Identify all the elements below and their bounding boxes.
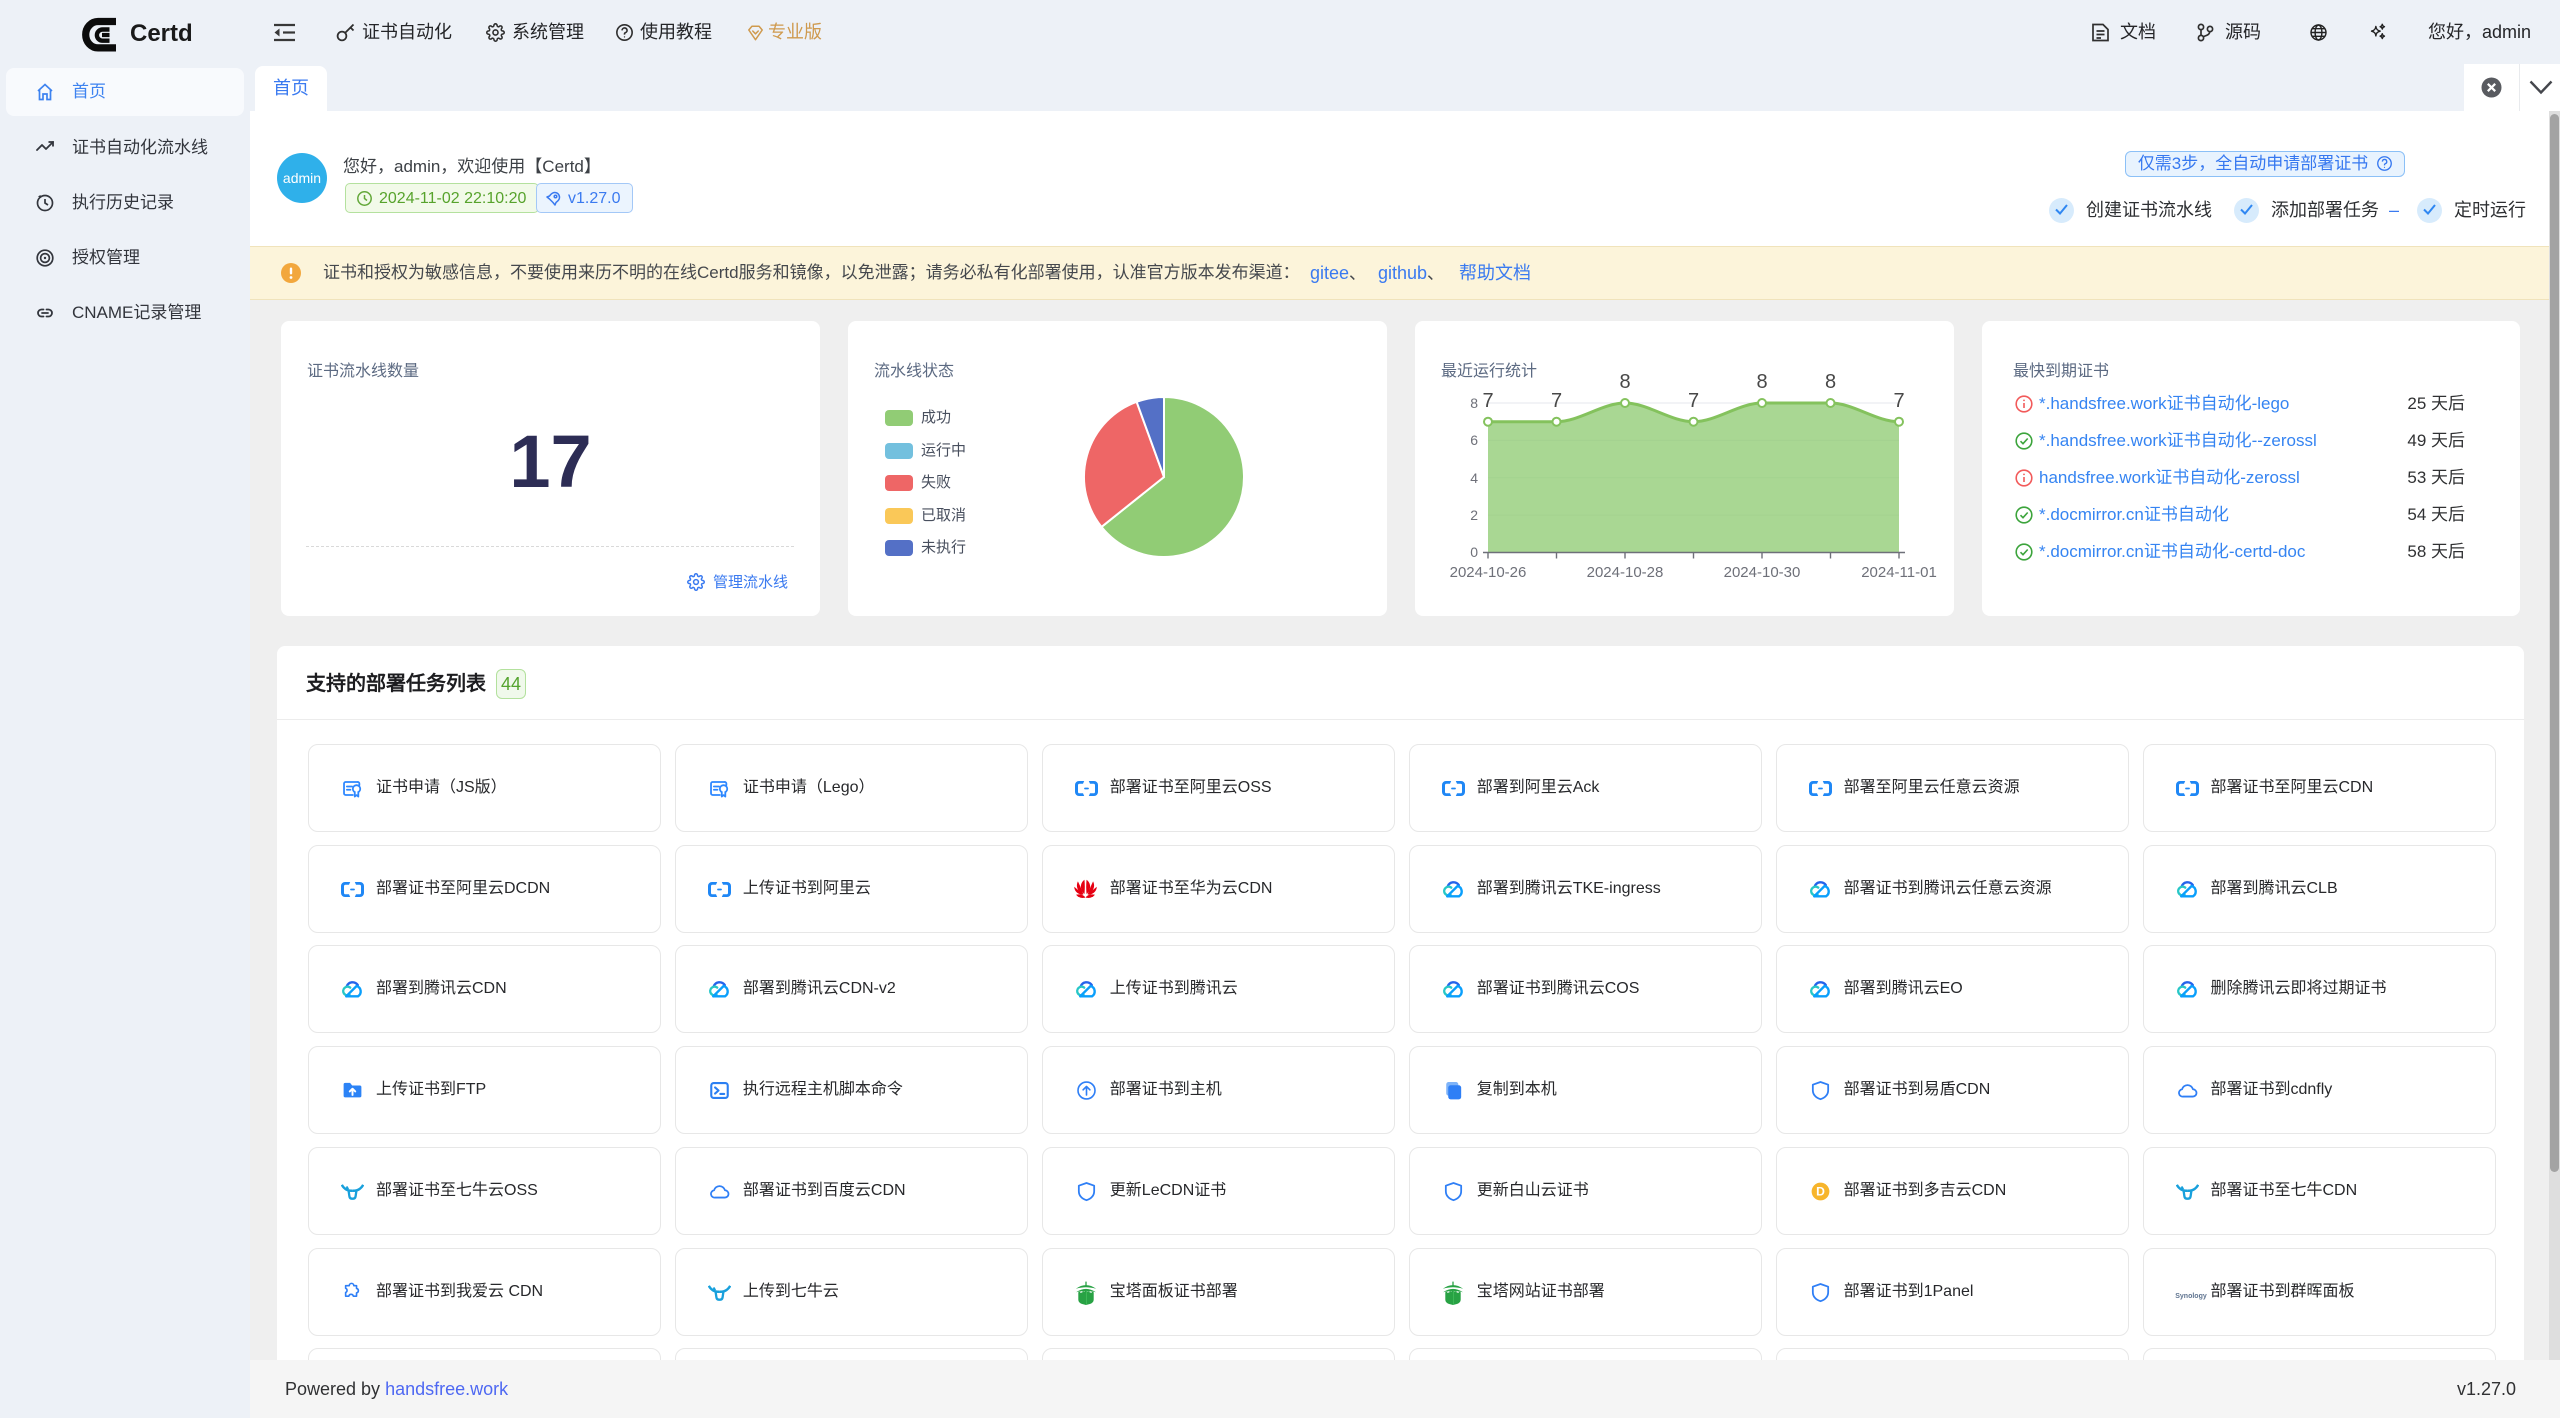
svg-text:D: D [1816,1184,1825,1198]
svg-text:Synology: Synology [2175,1293,2207,1300]
